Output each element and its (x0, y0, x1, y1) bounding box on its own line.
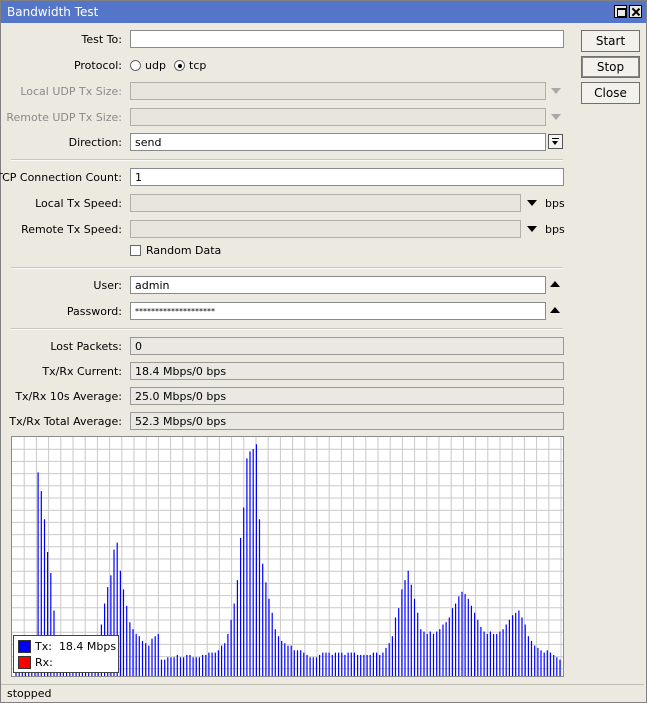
tx-legend-swatch (18, 640, 31, 653)
separator (11, 328, 563, 330)
lost-packets-label: Lost Packets: (50, 340, 122, 353)
txrx-total-average-label: Tx/Rx Total Average: (9, 415, 122, 428)
start-button[interactable]: Start (581, 30, 640, 52)
local-udp-tx-size-dropdown-icon[interactable] (551, 88, 561, 94)
local-tx-speed-unit: bps (545, 197, 565, 210)
password-label: Password: (66, 305, 122, 318)
bandwidth-test-window: Bandwidth Test Start Stop Close Test To:… (0, 0, 647, 703)
lost-packets-value: 0 (130, 337, 564, 355)
user-input[interactable]: admin (130, 276, 546, 294)
direction-label: Direction: (68, 136, 122, 149)
test-to-input[interactable] (130, 30, 564, 48)
test-to-label: Test To: (81, 33, 122, 46)
rx-legend-swatch (18, 656, 31, 669)
status-text: stopped (7, 687, 52, 700)
stop-button[interactable]: Stop (581, 56, 640, 78)
window-title: Bandwidth Test (7, 5, 99, 19)
remote-tx-speed-label: Remote Tx Speed: (21, 223, 122, 236)
user-label: User: (93, 279, 122, 292)
remote-tx-speed-input[interactable] (130, 220, 521, 238)
user-collapse-icon[interactable] (550, 281, 560, 287)
local-udp-tx-size-input[interactable] (130, 82, 546, 100)
protocol-udp-label: udp (145, 59, 166, 72)
password-input[interactable]: ******************** (130, 302, 546, 320)
tcp-connection-count-input[interactable]: 1 (130, 168, 564, 186)
tx-legend-label: Tx: 18.4 Mbps (35, 640, 117, 653)
local-udp-tx-size-label: Local UDP Tx Size: (20, 85, 122, 98)
title-bar[interactable]: Bandwidth Test (1, 1, 646, 23)
tx-legend-value: 18.4 Mbps (58, 640, 117, 653)
rx-legend-label: Rx: (35, 656, 53, 669)
separator (11, 267, 563, 269)
remote-tx-speed-unit: bps (545, 223, 565, 236)
remote-udp-tx-size-dropdown-icon[interactable] (551, 114, 561, 120)
txrx-10s-average-label: Tx/Rx 10s Average: (15, 390, 122, 403)
txrx-current-label: Tx/Rx Current: (42, 365, 122, 378)
maximize-icon[interactable] (614, 5, 627, 18)
random-data-label: Random Data (146, 244, 222, 257)
tcp-connection-count-label: TCP Connection Count: (0, 171, 122, 184)
local-tx-speed-input[interactable] (130, 194, 521, 212)
protocol-udp-radio[interactable] (130, 60, 141, 71)
close-button[interactable]: Close (581, 82, 640, 104)
remote-udp-tx-size-input[interactable] (130, 108, 546, 126)
protocol-tcp-radio[interactable] (174, 60, 185, 71)
txrx-current-value: 18.4 Mbps/0 bps (130, 362, 564, 380)
direction-dropdown-icon[interactable] (548, 134, 563, 149)
protocol-tcp-label: tcp (189, 59, 207, 72)
close-window-icon[interactable] (629, 5, 642, 18)
protocol-label: Protocol: (73, 59, 122, 72)
direction-select[interactable]: send (130, 133, 546, 151)
separator (11, 159, 563, 161)
status-bar: stopped (1, 684, 644, 701)
graph-legend: Tx: 18.4 Mbps Rx: (13, 635, 119, 673)
txrx-10s-average-value: 25.0 Mbps/0 bps (130, 387, 564, 405)
local-tx-speed-label: Local Tx Speed: (35, 197, 122, 210)
local-tx-speed-dropdown-icon[interactable] (527, 200, 537, 206)
password-collapse-icon[interactable] (550, 307, 560, 313)
remote-udp-tx-size-label: Remote UDP Tx Size: (6, 111, 122, 124)
remote-tx-speed-dropdown-icon[interactable] (527, 226, 537, 232)
random-data-checkbox[interactable] (130, 245, 141, 256)
txrx-total-average-value: 52.3 Mbps/0 bps (130, 412, 564, 430)
